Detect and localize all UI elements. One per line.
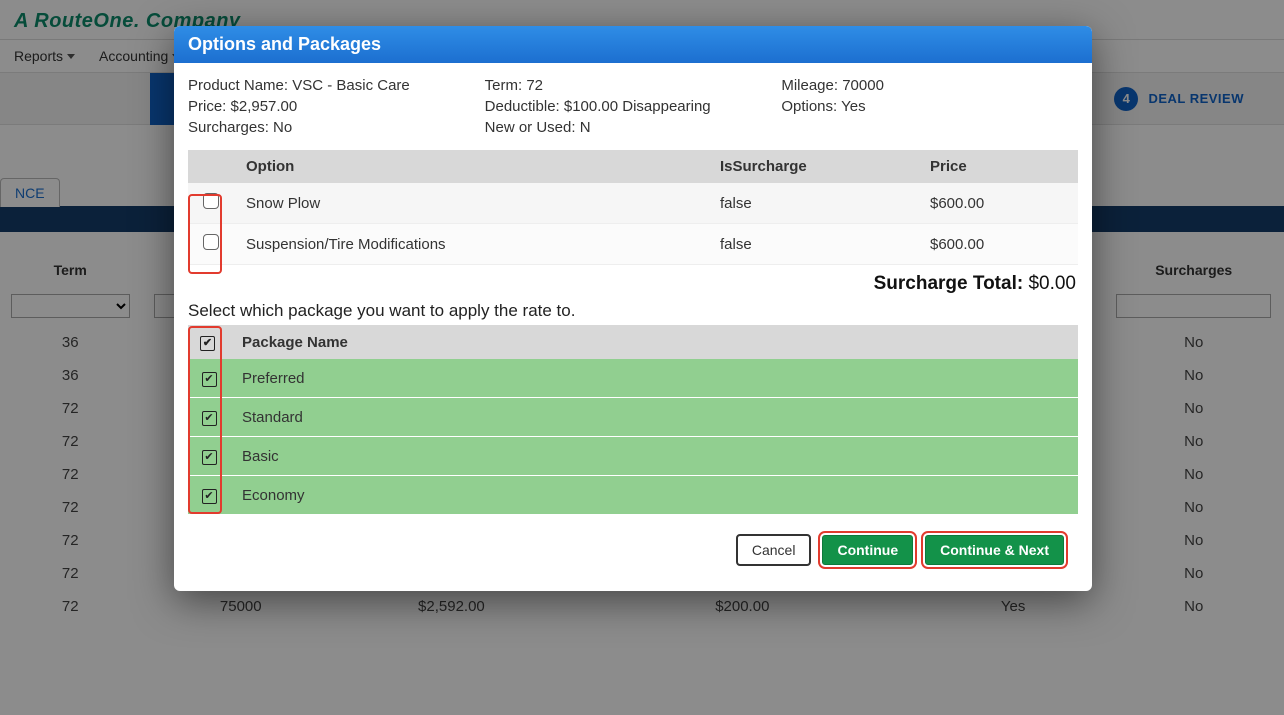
summary-grid: Product Name: VSC - Basic Care Term: 72 … [188, 77, 1078, 136]
options-table: Option IsSurcharge Price Snow Plowfalse$… [188, 150, 1078, 265]
summary-deductible: Deductible: $100.00 Disappearing [485, 98, 782, 115]
checkbox-empty-icon [203, 193, 219, 209]
option-issurcharge: false [708, 224, 918, 265]
package-check-all[interactable]: ✔ [188, 325, 230, 359]
continue-button[interactable]: Continue [822, 535, 913, 565]
option-row: Suspension/Tire Modificationsfalse$600.0… [188, 224, 1078, 265]
summary-surcharges: Surcharges: No [188, 119, 485, 136]
option-checkbox-cell[interactable] [188, 224, 234, 265]
option-price: $600.00 [918, 183, 1078, 224]
option-price: $600.00 [918, 224, 1078, 265]
package-checkbox-cell[interactable]: ✔ [188, 476, 230, 515]
options-price-header: Price [918, 150, 1078, 183]
option-checkbox-cell[interactable] [188, 183, 234, 224]
options-issurcharge-header: IsSurcharge [708, 150, 918, 183]
checkbox-checked-icon: ✔ [202, 489, 217, 504]
summary-options: Options: Yes [781, 98, 1078, 115]
summary-term: Term: 72 [485, 77, 782, 94]
option-row: Snow Plowfalse$600.00 [188, 183, 1078, 224]
checkbox-checked-icon: ✔ [200, 336, 215, 351]
package-row[interactable]: ✔ Basic [188, 437, 1078, 476]
package-table: ✔ Package Name ✔ Preferred ✔ Standard ✔ Basic… [188, 325, 1078, 515]
package-name: Standard [230, 398, 1078, 437]
package-checkbox-cell[interactable]: ✔ [188, 398, 230, 437]
package-checkbox-cell[interactable]: ✔ [188, 359, 230, 398]
modal-footer: Cancel Continue Continue & Next [188, 515, 1078, 581]
package-row[interactable]: ✔ Standard [188, 398, 1078, 437]
checkbox-checked-icon: ✔ [202, 372, 217, 387]
summary-price: Price: $2,957.00 [188, 98, 485, 115]
checkbox-checked-icon: ✔ [202, 450, 217, 465]
modal-title: Options and Packages [174, 26, 1092, 63]
options-option-header: Option [234, 150, 708, 183]
checkbox-empty-icon [203, 234, 219, 250]
option-issurcharge: false [708, 183, 918, 224]
package-prompt: Select which package you want to apply t… [188, 301, 1078, 321]
package-name: Preferred [230, 359, 1078, 398]
modal-body: Product Name: VSC - Basic Care Term: 72 … [174, 63, 1092, 591]
option-name: Suspension/Tire Modifications [234, 224, 708, 265]
summary-product-name: Product Name: VSC - Basic Care [188, 77, 485, 94]
continue-next-button[interactable]: Continue & Next [925, 535, 1064, 565]
package-row[interactable]: ✔ Preferred [188, 359, 1078, 398]
options-modal: Options and Packages Product Name: VSC -… [174, 26, 1092, 591]
option-name: Snow Plow [234, 183, 708, 224]
surcharge-total: Surcharge Total: $0.00 [188, 273, 1076, 295]
summary-new-used: New or Used: N [485, 119, 782, 136]
checkbox-checked-icon: ✔ [202, 411, 217, 426]
package-row[interactable]: ✔ Economy [188, 476, 1078, 515]
package-name-header: Package Name [230, 325, 1078, 359]
options-check-header [188, 150, 234, 183]
cancel-button[interactable]: Cancel [737, 535, 811, 565]
summary-mileage: Mileage: 70000 [781, 77, 1078, 94]
package-name: Basic [230, 437, 1078, 476]
package-name: Economy [230, 476, 1078, 515]
package-checkbox-cell[interactable]: ✔ [188, 437, 230, 476]
